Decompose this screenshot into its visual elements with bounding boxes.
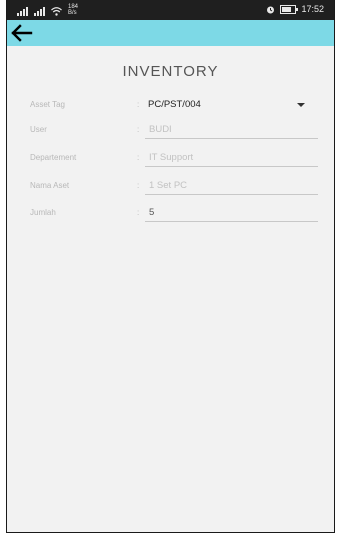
user-field[interactable]: BUDI [145, 124, 318, 139]
department-field[interactable]: IT Support [145, 152, 318, 167]
department-colon: : [137, 153, 140, 162]
quantity-row: Jumlah : 5 [7, 205, 334, 225]
asset-name-row: Nama Aset : 1 Set PC [7, 178, 334, 198]
alarm-icon [267, 6, 275, 13]
asset-name-field[interactable]: 1 Set PC [145, 180, 318, 195]
asset-tag-label: Asset Tag [30, 100, 65, 109]
quantity-colon: : [137, 208, 140, 217]
quantity-label: Jumlah [30, 208, 56, 217]
app-bar [7, 20, 334, 46]
asset-tag-row: Asset Tag : PC/PST/004 [7, 97, 334, 117]
status-time: 17:52 [301, 4, 324, 14]
phone-screen: 184 B/s 17:52 INVENTORY Asset Tag : PC/P… [6, 0, 335, 533]
asset-tag-colon: : [137, 100, 140, 109]
department-row: Departement : IT Support [7, 150, 334, 170]
asset-tag-dropdown[interactable]: PC/PST/004 [148, 99, 201, 110]
status-right: 17:52 [266, 4, 324, 14]
user-colon: : [137, 125, 140, 134]
network-speed-unit: B/s [68, 10, 77, 16]
user-label: User [30, 125, 47, 134]
signal-icon [17, 6, 28, 16]
battery-icon [280, 4, 299, 14]
department-label: Departement [30, 153, 77, 162]
asset-name-colon: : [137, 181, 140, 190]
quantity-field[interactable]: 5 [145, 207, 318, 222]
asset-name-label: Nama Aset [30, 181, 70, 190]
arrow-left-icon[interactable] [9, 23, 33, 43]
dropdown-arrow-icon[interactable] [297, 103, 305, 107]
wifi-icon [51, 7, 62, 16]
signal-icon-2 [34, 6, 45, 16]
network-speed: 184 B/s [68, 4, 78, 16]
page-title: INVENTORY [122, 63, 219, 80]
user-row: User : BUDI [7, 122, 334, 142]
status-left: 184 B/s [17, 4, 78, 16]
status-bar: 184 B/s 17:52 [7, 0, 334, 20]
